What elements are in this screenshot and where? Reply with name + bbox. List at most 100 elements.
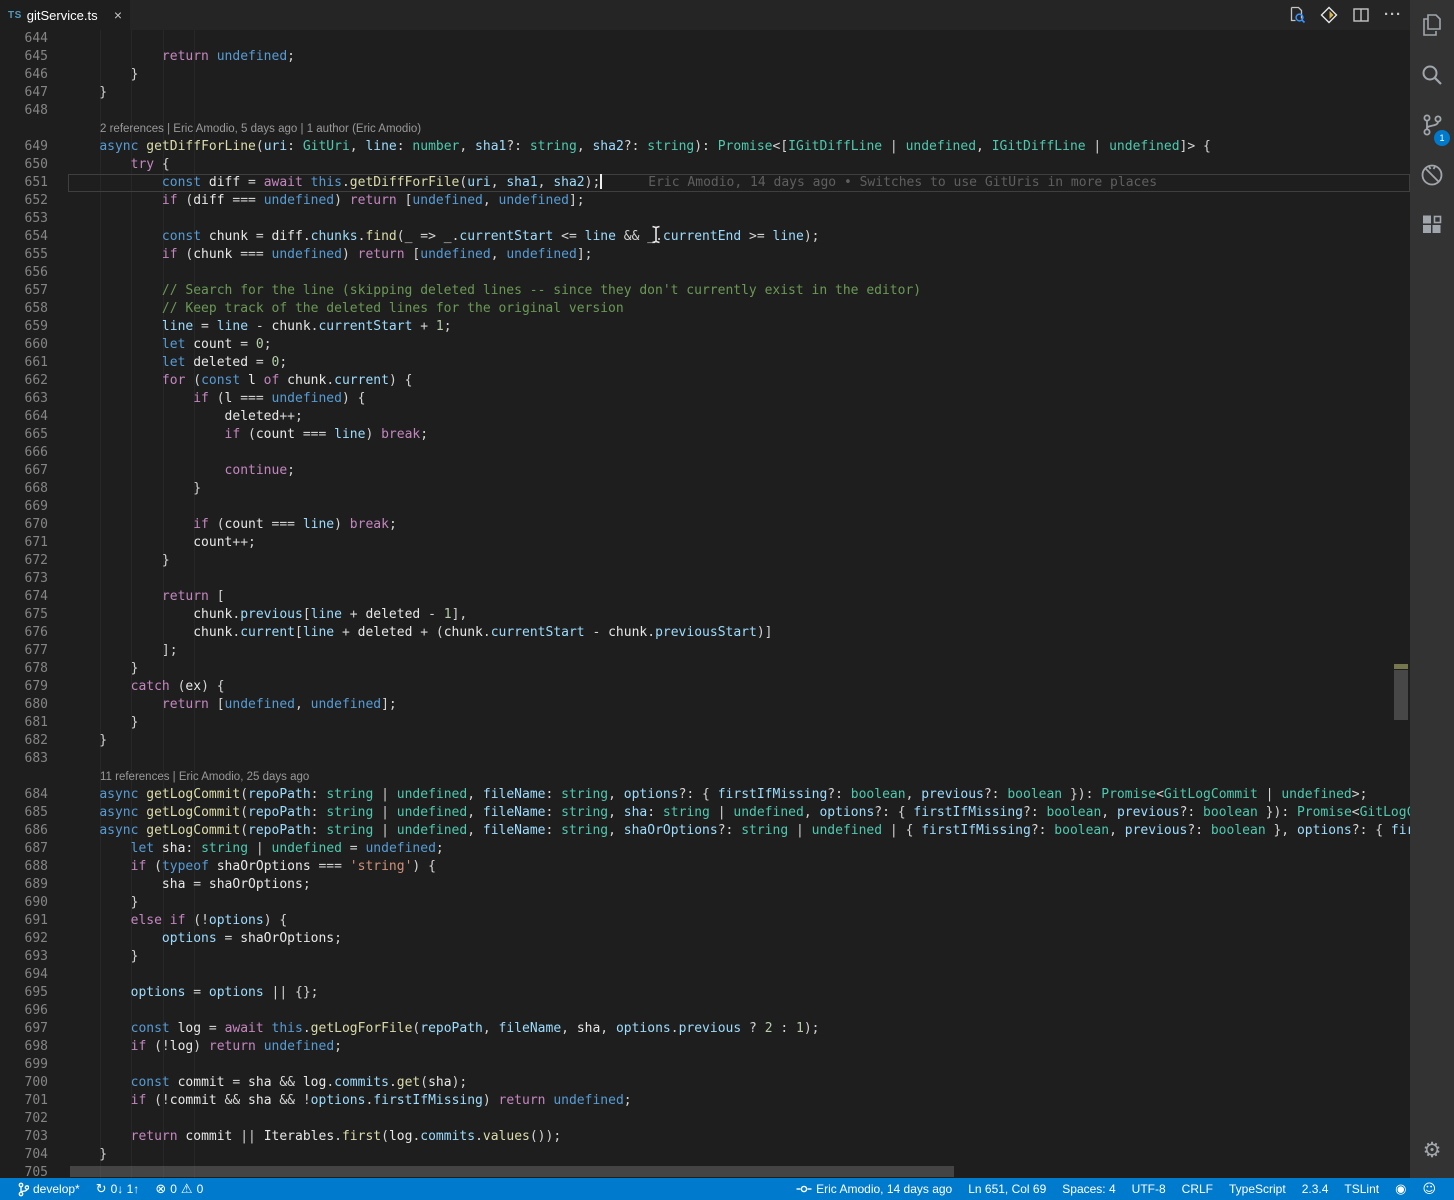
code-text[interactable] (68, 966, 1410, 984)
code-text[interactable]: } (68, 732, 1410, 750)
code-text[interactable]: } (68, 660, 1410, 678)
line-number[interactable]: 700 (0, 1074, 48, 1092)
code-text[interactable]: count++; (68, 534, 1410, 552)
code-line[interactable]: 647 } (0, 84, 1410, 102)
code-text[interactable] (68, 264, 1410, 282)
code-line[interactable]: 672 } (0, 552, 1410, 570)
line-number[interactable]: 704 (0, 1146, 48, 1164)
code-line[interactable]: 689 sha = shaOrOptions; (0, 876, 1410, 894)
source-control-icon[interactable]: 1 (1410, 100, 1454, 150)
line-number[interactable]: 647 (0, 84, 48, 102)
preview-eye-icon[interactable]: ◉ (1387, 1178, 1414, 1200)
code-text[interactable]: const chunk = diff.chunks.find(_ => _.cu… (68, 228, 1410, 246)
debug-icon[interactable] (1410, 150, 1454, 200)
code-line[interactable]: 657 // Search for the line (skipping del… (0, 282, 1410, 300)
code-text[interactable]: } (68, 1146, 1410, 1164)
line-number[interactable]: 695 (0, 984, 48, 1002)
code-text[interactable]: } (68, 552, 1410, 570)
code-text[interactable]: async getLogCommit(repoPath: string | un… (68, 786, 1410, 804)
blame-item[interactable]: Eric Amodio, 14 days ago (788, 1178, 960, 1200)
code-line[interactable]: 650 try { (0, 156, 1410, 174)
code-line[interactable]: 654 const chunk = diff.chunks.find(_ => … (0, 228, 1410, 246)
line-number[interactable]: 661 (0, 354, 48, 372)
code-text[interactable]: } (68, 894, 1410, 912)
code-line[interactable]: 681 } (0, 714, 1410, 732)
code-text[interactable]: async getLogCommit(repoPath: string | un… (68, 822, 1410, 840)
code-text[interactable]: options = shaOrOptions; (68, 930, 1410, 948)
code-text[interactable]: ]; (68, 642, 1410, 660)
line-number[interactable]: 646 (0, 66, 48, 84)
line-number[interactable]: 662 (0, 372, 48, 390)
line-number[interactable]: 651 (0, 174, 48, 192)
line-number[interactable]: 701 (0, 1092, 48, 1110)
extensions-icon[interactable] (1410, 200, 1454, 250)
code-text[interactable] (68, 102, 1410, 120)
code-line[interactable]: 659 line = line - chunk.currentStart + 1… (0, 318, 1410, 336)
sync-item[interactable]: ↻ 0↓ 1↑ (88, 1178, 148, 1200)
search-icon[interactable] (1410, 50, 1454, 100)
code-line[interactable]: 674 return [ (0, 588, 1410, 606)
line-number[interactable]: 660 (0, 336, 48, 354)
code-text[interactable]: return [undefined, undefined]; (68, 696, 1410, 714)
line-number[interactable]: 688 (0, 858, 48, 876)
line-number[interactable]: 656 (0, 264, 48, 282)
line-number[interactable]: 685 (0, 804, 48, 822)
indentation[interactable]: Spaces: 4 (1054, 1178, 1123, 1200)
code-text[interactable]: } (68, 714, 1410, 732)
code-line[interactable]: 648 (0, 102, 1410, 120)
code-line[interactable]: 644 (0, 30, 1410, 48)
line-number[interactable]: 663 (0, 390, 48, 408)
line-number[interactable]: 659 (0, 318, 48, 336)
code-text[interactable]: } (68, 480, 1410, 498)
code-text[interactable]: } (68, 66, 1410, 84)
language-mode[interactable]: TypeScript (1221, 1178, 1294, 1200)
line-number[interactable]: 702 (0, 1110, 48, 1128)
horizontal-scrollbar-thumb[interactable] (70, 1166, 954, 1177)
encoding[interactable]: UTF-8 (1124, 1178, 1174, 1200)
line-number[interactable]: 666 (0, 444, 48, 462)
line-number[interactable]: 667 (0, 462, 48, 480)
code-line[interactable]: 673 (0, 570, 1410, 588)
gitlens-icon[interactable] (1320, 6, 1338, 24)
code-text[interactable] (68, 1002, 1410, 1020)
code-text[interactable]: let count = 0; (68, 336, 1410, 354)
code-line[interactable]: 682 } (0, 732, 1410, 750)
code-text[interactable] (68, 750, 1410, 768)
code-line[interactable]: 651 const diff = await this.getDiffForFi… (0, 174, 1410, 192)
code-line[interactable]: 683 (0, 750, 1410, 768)
code-line[interactable]: 655 if (chunk === undefined) return [und… (0, 246, 1410, 264)
eol[interactable]: CRLF (1174, 1178, 1221, 1200)
line-number[interactable]: 680 (0, 696, 48, 714)
code-text[interactable]: catch (ex) { (68, 678, 1410, 696)
code-line[interactable]: 691 else if (!options) { (0, 912, 1410, 930)
line-number[interactable]: 644 (0, 30, 48, 48)
code-text[interactable]: if (diff === undefined) return [undefine… (68, 192, 1410, 210)
line-number[interactable]: 687 (0, 840, 48, 858)
code-line[interactable]: 661 let deleted = 0; (0, 354, 1410, 372)
typescript-version[interactable]: 2.3.4 (1294, 1178, 1337, 1200)
line-number[interactable]: 649 (0, 138, 48, 156)
settings-gear-icon[interactable]: ⚙ (1410, 1130, 1454, 1170)
code-line[interactable]: 690 } (0, 894, 1410, 912)
code-text[interactable]: deleted++; (68, 408, 1410, 426)
code-text[interactable]: try { (68, 156, 1410, 174)
line-number[interactable]: 664 (0, 408, 48, 426)
code-text[interactable]: if (chunk === undefined) return [undefin… (68, 246, 1410, 264)
code-line[interactable]: 649 async getDiffForLine(uri: GitUri, li… (0, 138, 1410, 156)
tslint-status[interactable]: TSLint (1336, 1178, 1387, 1200)
code-text[interactable]: else if (!options) { (68, 912, 1410, 930)
code-lens[interactable]: 2 references | Eric Amodio, 5 days ago |… (0, 120, 1410, 138)
code-line[interactable]: 702 (0, 1110, 1410, 1128)
code-text[interactable]: chunk.current[line + deleted + (chunk.cu… (68, 624, 1410, 642)
code-text[interactable]: if (typeof shaOrOptions === 'string') { (68, 858, 1410, 876)
line-number[interactable]: 670 (0, 516, 48, 534)
code-text[interactable]: const commit = sha && log.commits.get(sh… (68, 1074, 1410, 1092)
code-text[interactable]: return commit || Iterables.first(log.com… (68, 1128, 1410, 1146)
line-number[interactable]: 693 (0, 948, 48, 966)
code-text[interactable] (68, 30, 1410, 48)
code-line[interactable]: 652 if (diff === undefined) return [unde… (0, 192, 1410, 210)
git-branch-item[interactable]: develop* (10, 1178, 88, 1200)
code-text[interactable]: line = line - chunk.currentStart + 1; (68, 318, 1410, 336)
line-number[interactable]: 658 (0, 300, 48, 318)
code-line[interactable]: 696 (0, 1002, 1410, 1020)
